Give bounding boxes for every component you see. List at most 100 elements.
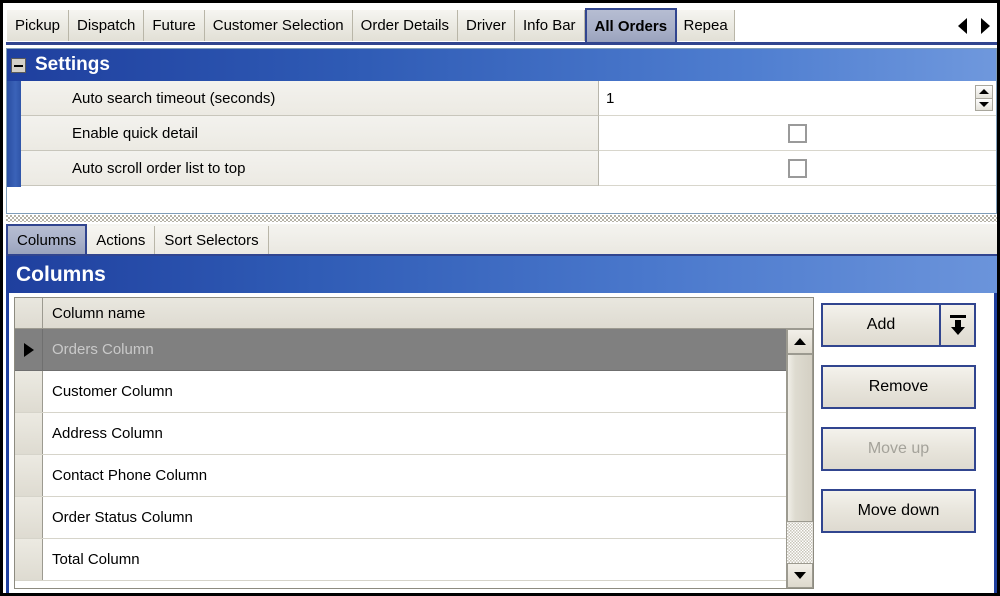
quantity-stepper[interactable] (975, 85, 993, 111)
tab-info-bar[interactable]: Info Bar (515, 10, 585, 41)
remove-button[interactable]: Remove (821, 365, 976, 409)
move-down-button[interactable]: Move down (821, 489, 976, 533)
columns-body: Column name Orders Column Customer Colum… (6, 293, 997, 593)
triangle-left-icon[interactable] (958, 17, 967, 34)
table-row[interactable]: Order Status Column (15, 497, 813, 539)
cell-column-name: Order Status Column (52, 509, 193, 526)
scrollbar-down-button[interactable] (787, 563, 813, 588)
move-down-button-label: Move down (857, 502, 940, 519)
table-row[interactable]: Total Column (15, 539, 813, 581)
table-row[interactable]: Address Column (15, 413, 813, 455)
main-tab-row: Pickup Dispatch Future Customer Selectio… (6, 8, 997, 43)
tab-label: Sort Selectors (164, 231, 259, 249)
tab-label: Dispatch (77, 17, 136, 34)
settings-title: Settings (35, 54, 110, 75)
tab-order-details[interactable]: Order Details (352, 10, 459, 41)
row-gutter[interactable] (15, 371, 43, 412)
remove-button-label: Remove (868, 378, 929, 395)
tab-label: Driver (466, 17, 507, 34)
tab-sort-selectors[interactable]: Sort Selectors (155, 226, 269, 254)
setting-value-cell[interactable] (599, 116, 996, 151)
row-gutter[interactable] (15, 413, 43, 454)
tab-future[interactable]: Future (144, 10, 205, 41)
triangle-down-icon (794, 572, 806, 579)
tab-strip-underline (6, 42, 997, 45)
triangle-right-icon[interactable] (981, 17, 990, 34)
settings-property-grid: Settings Auto search timeout (seconds) 1… (7, 49, 996, 187)
tab-label: Future (152, 17, 196, 34)
tab-columns[interactable]: Columns (6, 224, 88, 254)
tab-repeat[interactable]: Repea (677, 10, 736, 41)
window-client-area: Pickup Dispatch Future Customer Selectio… (3, 3, 997, 593)
tab-scroll-buttons (951, 10, 997, 41)
grid-header-gutter (15, 298, 43, 328)
row-gutter[interactable] (15, 539, 43, 580)
row-gutter[interactable] (15, 329, 43, 370)
columns-section-header: Columns (6, 256, 997, 293)
tab-dispatch[interactable]: Dispatch (69, 10, 145, 41)
setting-value-cell[interactable] (599, 151, 996, 186)
setting-row-auto-search-timeout: Auto search timeout (seconds) 1 (21, 81, 996, 116)
cell-column-name: Contact Phone Column (52, 467, 208, 484)
add-button-dropdown[interactable] (939, 305, 974, 345)
column-action-buttons: Add Remove Move up Move down (821, 303, 986, 551)
table-row[interactable]: Customer Column (15, 371, 813, 413)
minus-box-icon[interactable] (11, 57, 26, 73)
tab-all-orders[interactable]: All Orders (584, 8, 678, 42)
cell-column-name: Customer Column (52, 383, 173, 400)
tab-label: Actions (96, 231, 146, 249)
tab-label: Columns (17, 231, 77, 249)
tab-label: Repea (683, 17, 728, 34)
settings-category-header[interactable]: Settings (7, 49, 996, 81)
columns-grid: Column name Orders Column Customer Colum… (14, 297, 814, 589)
setting-row-enable-quick-detail: Enable quick detail (21, 116, 996, 151)
setting-row-auto-scroll-order-list: Auto scroll order list to top (21, 151, 996, 186)
insert-down-icon (949, 315, 967, 335)
cell-column-name: Address Column (52, 425, 163, 442)
table-row[interactable]: Contact Phone Column (15, 455, 813, 497)
triangle-right-icon (23, 342, 34, 357)
grid-vertical-scrollbar[interactable] (786, 329, 813, 588)
tab-customer-selection[interactable]: Customer Selection (204, 10, 353, 41)
move-up-button[interactable]: Move up (821, 427, 976, 471)
cell-column-name: Total Column (52, 551, 140, 568)
tab-actions[interactable]: Actions (87, 226, 156, 254)
enable-quick-detail-checkbox[interactable] (788, 123, 807, 143)
tab-label: Info Bar (523, 17, 576, 34)
row-gutter[interactable] (15, 497, 43, 538)
spinner-up-button[interactable] (975, 85, 993, 98)
tab-label: Pickup (15, 17, 61, 34)
add-button[interactable]: Add (821, 303, 976, 347)
auto-search-timeout-input[interactable]: 1 (599, 90, 614, 107)
cell-column-name: Orders Column (52, 341, 154, 358)
row-gutter[interactable] (15, 455, 43, 496)
scrollbar-up-button[interactable] (787, 329, 813, 354)
column-header-column-name[interactable]: Column name (43, 298, 813, 328)
setting-value-cell[interactable]: 1 (599, 81, 996, 116)
page-title: Columns (16, 262, 106, 286)
tab-label: Order Details (360, 17, 450, 34)
spinner-down-button[interactable] (975, 97, 993, 111)
panel-splitter[interactable] (6, 215, 997, 222)
columns-panel: Columns Actions Sort Selectors Columns C… (6, 224, 997, 593)
tab-label: Customer Selection (212, 17, 344, 34)
tab-driver[interactable]: Driver (458, 10, 516, 41)
settings-panel: Settings Auto search timeout (seconds) 1… (6, 48, 997, 214)
triangle-up-icon (794, 338, 806, 345)
tab-pickup[interactable]: Pickup (6, 10, 70, 41)
triangle-down-icon (979, 101, 989, 107)
settings-panel-empty-area (7, 187, 996, 213)
add-button-label: Add (866, 316, 896, 333)
triangle-up-icon (979, 89, 989, 95)
auto-scroll-order-list-checkbox[interactable] (788, 158, 807, 178)
lower-tab-strip: Columns Actions Sort Selectors (6, 224, 997, 256)
setting-label: Auto search timeout (seconds) (21, 81, 599, 116)
main-tab-strip: Pickup Dispatch Future Customer Selectio… (6, 6, 997, 45)
tab-label: All Orders (594, 17, 668, 35)
table-row[interactable]: Orders Column (15, 329, 813, 371)
move-up-button-label: Move up (867, 440, 930, 457)
grid-rows: Orders Column Customer Column Address Co… (15, 329, 813, 588)
application-window: Pickup Dispatch Future Customer Selectio… (0, 0, 1000, 596)
scrollbar-thumb[interactable] (787, 354, 813, 522)
setting-label: Auto scroll order list to top (21, 151, 599, 186)
